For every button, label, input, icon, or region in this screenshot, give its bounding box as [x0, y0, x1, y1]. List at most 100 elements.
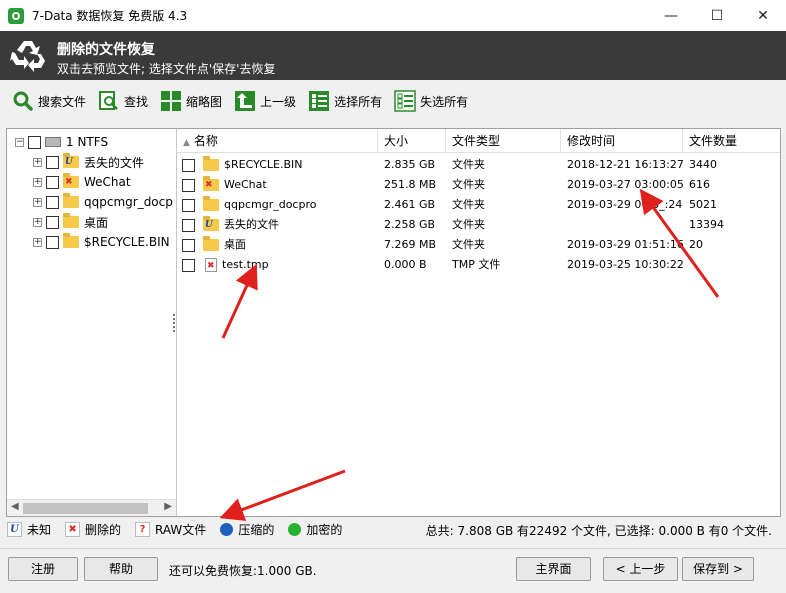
window-controls: — ☐ ✕: [648, 0, 786, 31]
folder-icon: [203, 196, 219, 211]
tree-item-recycle-bin[interactable]: + $RECYCLE.BIN: [33, 232, 170, 252]
legend-encrypted: 加密的: [288, 521, 342, 538]
header-title: 删除的文件恢复: [57, 42, 155, 58]
lost-folder-icon: U: [203, 216, 219, 231]
expand-icon[interactable]: +: [33, 217, 42, 227]
folder-icon: [63, 213, 79, 228]
minimize-button[interactable]: —: [648, 0, 694, 31]
scroll-left-icon[interactable]: ◀: [11, 501, 19, 512]
deselect-all-icon: [394, 90, 416, 112]
tree-item-qqpcmgr[interactable]: + qqpcmgr_docp: [33, 192, 173, 212]
recycle-icon: [10, 41, 45, 72]
legend-compressed: 压缩的: [220, 521, 274, 538]
column-header-modified[interactable]: 修改时间: [561, 129, 683, 153]
legend-raw: ? RAW文件: [135, 521, 206, 538]
pane-splitter[interactable]: [173, 314, 176, 332]
expand-icon[interactable]: +: [33, 197, 42, 207]
table-row[interactable]: ✖ WeChat 251.8 MB 文件夹 2019-03-27 03:00:05…: [177, 175, 780, 195]
register-button[interactable]: 注册: [8, 557, 78, 581]
column-header-count[interactable]: 文件数量: [683, 129, 780, 153]
encrypted-dot-icon: [288, 522, 302, 536]
legend-deleted: ✖ 删除的: [65, 521, 121, 538]
tree-item-lost-files[interactable]: + U 丢失的文件: [33, 152, 144, 172]
tree-checkbox[interactable]: [46, 195, 59, 209]
list-header: ▲ 名称 大小 文件类型 修改时间 文件数量: [177, 129, 780, 153]
folder-icon: [203, 236, 219, 251]
tree-horizontal-scrollbar[interactable]: ◀ ▶: [7, 499, 176, 516]
up-level-button[interactable]: 上一级: [234, 87, 296, 115]
tree-item-label: 丢失的文件: [84, 155, 145, 170]
row-checkbox[interactable]: [182, 198, 195, 212]
find-icon: [99, 91, 118, 110]
column-header-type[interactable]: 文件类型: [446, 129, 561, 153]
lost-folder-icon: U: [63, 153, 79, 168]
row-checkbox[interactable]: [182, 158, 195, 172]
header-subtitle: 双击去预览文件; 选择文件点'保存'去恢复: [57, 62, 276, 76]
deselect-all-button[interactable]: 失选所有: [394, 87, 468, 115]
legend-bar: U 未知 ✖ 删除的 ? RAW文件 压缩的 加密的 总共: 7.808 GB …: [7, 518, 780, 540]
folder-icon: [63, 233, 79, 248]
table-row[interactable]: 桌面 7.269 MB 文件夹 2019-03-29 01:51:16 20: [177, 235, 780, 255]
footer-bar: 注册 帮助 还可以免费恢复:1.000 GB. 主界面 < 上一步 保存到 >: [0, 548, 786, 593]
table-row[interactable]: ✖ test.tmp 0.000 B TMP 文件 2019-03-25 10:3…: [177, 255, 780, 275]
tree-checkbox[interactable]: [46, 175, 59, 189]
tree-item-desktop[interactable]: + 桌面: [33, 212, 108, 232]
previous-button[interactable]: < 上一步: [603, 557, 678, 581]
app-logo-icon: [8, 7, 24, 24]
compressed-dot-icon: [220, 522, 234, 536]
scroll-right-icon[interactable]: ▶: [164, 501, 172, 512]
tree-item-wechat[interactable]: + ✖ WeChat: [33, 172, 131, 192]
save-to-button[interactable]: 保存到 >: [682, 557, 754, 581]
deleted-folder-icon: ✖: [203, 176, 219, 191]
thumbnails-button[interactable]: 缩略图: [160, 87, 222, 115]
row-checkbox[interactable]: [182, 258, 195, 272]
thumbnails-icon: [161, 91, 182, 111]
table-row[interactable]: qqpcmgr_docpro 2.461 GB 文件夹 2019-03-29 0…: [177, 195, 780, 215]
tree-checkbox[interactable]: [46, 235, 59, 249]
tree-item-root[interactable]: − 1 NTFS: [15, 132, 108, 152]
column-header-size[interactable]: 大小: [378, 129, 446, 153]
row-checkbox[interactable]: [182, 218, 195, 232]
help-button[interactable]: 帮助: [84, 557, 158, 581]
close-button[interactable]: ✕: [740, 0, 786, 31]
tree-item-label: WeChat: [84, 175, 131, 189]
select-all-button[interactable]: 选择所有: [308, 87, 382, 115]
toolbar: 搜索文件 查找 缩略图 上一级 选择所有 失选所有: [0, 80, 786, 122]
drive-icon: [45, 137, 61, 147]
tree-item-label: 桌面: [84, 215, 109, 230]
main-menu-button[interactable]: 主界面: [516, 557, 591, 581]
selection-summary: 总共: 7.808 GB 有22492 个文件, 已选择: 0.000 B 有0…: [425, 524, 772, 538]
maximize-button[interactable]: ☐: [694, 0, 740, 31]
raw-file-icon: ?: [135, 521, 151, 537]
tree-checkbox[interactable]: [28, 135, 41, 149]
expand-icon[interactable]: +: [33, 237, 42, 247]
row-checkbox[interactable]: [182, 238, 195, 252]
tree-item-label: 1 NTFS: [66, 135, 109, 149]
scrollbar-thumb[interactable]: [23, 503, 148, 514]
row-checkbox[interactable]: [182, 178, 195, 192]
folder-tree: − 1 NTFS + U 丢失的文件 + ✖ WeChat + qqpcmgr_…: [7, 129, 177, 516]
tree-checkbox[interactable]: [46, 155, 59, 169]
deleted-icon: ✖: [65, 521, 81, 537]
unknown-icon: U: [7, 521, 22, 537]
table-row[interactable]: U 丢失的文件 2.258 GB 文件夹 13394: [177, 215, 780, 235]
file-list: ▲ 名称 大小 文件类型 修改时间 文件数量 $RECYCLE.BIN 2.835…: [177, 129, 780, 516]
tree-item-label: qqpcmgr_docp: [84, 195, 173, 209]
folder-icon: [63, 193, 79, 208]
collapse-icon[interactable]: −: [15, 137, 24, 147]
sort-up-icon: ▲: [183, 138, 190, 148]
expand-icon[interactable]: +: [33, 157, 42, 167]
column-header-name[interactable]: ▲ 名称: [177, 129, 378, 153]
main-panel: − 1 NTFS + U 丢失的文件 + ✖ WeChat + qqpcmgr_…: [6, 128, 781, 517]
legend-unknown: U 未知: [7, 521, 51, 538]
title-bar: 7-Data 数据恢复 免费版 4.3 — ☐ ✕: [0, 0, 786, 31]
page-header: 删除的文件恢复 双击去预览文件; 选择文件点'保存'去恢复: [0, 31, 786, 80]
window-title: 7-Data 数据恢复 免费版 4.3: [32, 9, 188, 23]
select-all-icon: [309, 91, 330, 111]
search-files-button[interactable]: 搜索文件: [12, 87, 86, 115]
find-button[interactable]: 查找: [98, 87, 148, 115]
search-icon: [13, 91, 33, 111]
expand-icon[interactable]: +: [33, 177, 42, 187]
tree-checkbox[interactable]: [46, 215, 59, 229]
table-row[interactable]: $RECYCLE.BIN 2.835 GB 文件夹 2018-12-21 16:…: [177, 155, 780, 175]
